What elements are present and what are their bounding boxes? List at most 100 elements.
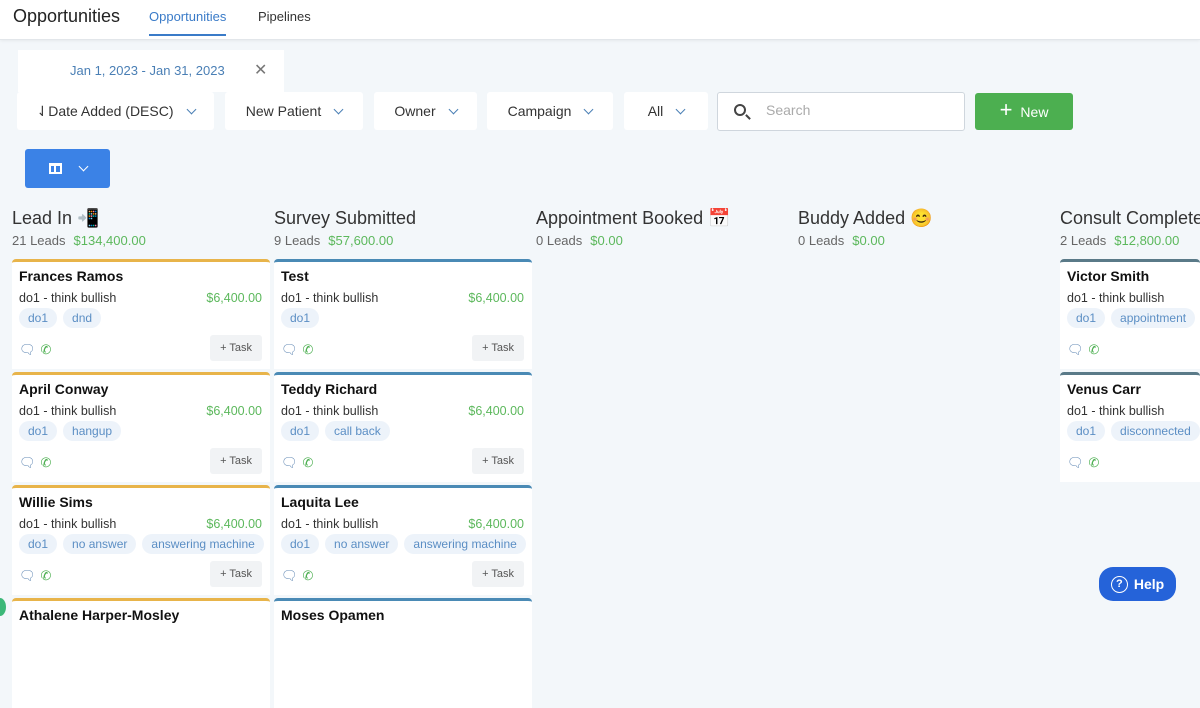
- help-label: Help: [1133, 576, 1165, 592]
- column-amount: $0.00: [852, 233, 885, 248]
- opportunity-card[interactable]: April Conway do1 - think bullish $6,400.00…: [12, 372, 270, 482]
- tag: do1: [1067, 421, 1106, 441]
- close-icon[interactable]: ✕: [254, 60, 267, 80]
- phone-icon[interactable]: ✆: [303, 568, 314, 584]
- chat-icon[interactable]: 🗨: [19, 342, 36, 358]
- opportunity-card[interactable]: Frances Ramos do1 - think bullish $6,400.0…: [12, 259, 270, 369]
- contact-name[interactable]: Willie Sims: [19, 494, 93, 510]
- tag: appointment: [1111, 308, 1196, 328]
- date-range-filter[interactable]: Jan 1, 2023 - Jan 31, 2023 ✕: [18, 50, 284, 92]
- pipeline-label: New Patient: [245, 103, 322, 119]
- top-bar: Opportunities Opportunities Pipelines: [0, 0, 1200, 40]
- lead-count: 9 Leads: [274, 233, 321, 248]
- phone-icon[interactable]: ✆: [1089, 455, 1100, 471]
- card-actions: 🗨 ✆: [281, 455, 313, 471]
- page-title: Opportunities: [13, 6, 121, 26]
- opportunity-card[interactable]: Victor Smith do1 - think bullish do1 appoin…: [1060, 259, 1200, 369]
- opportunity-card[interactable]: Laquita Lee do1 - think bullish $6,400.00 d…: [274, 485, 532, 595]
- tag: do1: [1067, 308, 1106, 328]
- chat-icon[interactable]: 🗨: [281, 455, 298, 471]
- opportunity-card[interactable]: Venus Carr do1 - think bullish do1 disconne…: [1060, 372, 1200, 482]
- tag: answering machine: [142, 534, 264, 554]
- phone-icon[interactable]: ✆: [41, 568, 52, 584]
- tag: do1: [19, 534, 58, 554]
- status-dropdown[interactable]: All: [624, 92, 708, 130]
- chevron-down-icon: [78, 161, 88, 172]
- opportunity-source: do1 - think bullish: [19, 404, 117, 418]
- tag: disconnected: [1111, 421, 1200, 441]
- tag: do1: [281, 534, 320, 554]
- pipeline-column: Consult Completed 2 Leads $12,800.00 Victor…: [1060, 208, 1200, 482]
- sort-dropdown[interactable]: ⇃Date Added (DESC): [17, 92, 214, 130]
- new-label: New: [1020, 103, 1049, 120]
- new-button[interactable]: + New: [975, 93, 1073, 130]
- add-task-button[interactable]: + Task: [472, 335, 524, 361]
- contact-name[interactable]: Frances Ramos: [19, 268, 123, 284]
- add-task-button[interactable]: + Task: [210, 335, 262, 361]
- sort-label: ⇃Date Added (DESC): [36, 102, 174, 119]
- contact-name[interactable]: Test: [281, 268, 309, 284]
- opportunity-card[interactable]: Test do1 - think bullish $6,400.00 do1 🗨 ✆ + T…: [274, 259, 532, 369]
- contact-name[interactable]: Athalene Harper-Mosley: [19, 607, 179, 623]
- column-summary: 9 Leads $57,600.00: [274, 233, 532, 248]
- chevron-down-icon: [675, 104, 686, 114]
- opportunity-value: $6,400.00: [468, 404, 524, 418]
- card-actions: 🗨 ✆: [281, 342, 313, 358]
- view-toggle-button[interactable]: [25, 149, 110, 188]
- chat-icon[interactable]: 🗨: [19, 568, 36, 584]
- opportunity-card[interactable]: Willie Sims do1 - think bullish $6,400.00 d…: [12, 485, 270, 595]
- chat-icon[interactable]: 🗨: [1067, 342, 1084, 358]
- campaign-dropdown[interactable]: Campaign: [487, 92, 613, 130]
- owner-dropdown[interactable]: Owner: [374, 92, 477, 130]
- phone-icon[interactable]: ✆: [303, 455, 314, 471]
- card-actions: 🗨 ✆: [1067, 342, 1099, 358]
- add-task-button[interactable]: + Task: [210, 561, 262, 587]
- contact-name[interactable]: Laquita Lee: [281, 494, 359, 510]
- opportunity-source: do1 - think bullish: [1067, 291, 1165, 305]
- contact-name[interactable]: April Conway: [19, 381, 108, 397]
- column-amount: $12,800.00: [1114, 233, 1180, 248]
- phone-icon[interactable]: ✆: [41, 455, 52, 471]
- opportunity-card[interactable]: Athalene Harper-Mosley: [12, 598, 270, 708]
- search-input[interactable]: [766, 102, 946, 118]
- column-title: Consult Completed: [1060, 208, 1200, 228]
- tag: do1: [19, 421, 58, 441]
- card-actions: 🗨 ✆: [281, 568, 313, 584]
- phone-icon[interactable]: ✆: [41, 342, 52, 358]
- opportunity-card[interactable]: Teddy Richard do1 - think bullish $6,400.0…: [274, 372, 532, 482]
- contact-name[interactable]: Teddy Richard: [281, 381, 377, 397]
- card-actions: 🗨 ✆: [19, 568, 51, 584]
- add-task-button[interactable]: + Task: [472, 561, 524, 587]
- tab-pipelines[interactable]: Pipelines: [258, 9, 311, 34]
- add-task-button[interactable]: + Task: [210, 448, 262, 474]
- phone-icon[interactable]: ✆: [303, 342, 314, 358]
- help-button[interactable]: ? Help: [1099, 567, 1176, 601]
- chat-icon[interactable]: 🗨: [19, 455, 36, 471]
- opportunity-source: do1 - think bullish: [281, 291, 379, 305]
- chat-icon[interactable]: 🗨: [281, 568, 298, 584]
- column-title: Appointment Booked 📅: [536, 208, 731, 228]
- chat-icon[interactable]: 🗨: [1067, 455, 1084, 471]
- opportunity-source: do1 - think bullish: [281, 517, 379, 531]
- contact-name[interactable]: Victor Smith: [1067, 268, 1149, 284]
- tag: do1: [19, 308, 58, 328]
- phone-icon[interactable]: ✆: [1089, 342, 1100, 358]
- chat-icon[interactable]: 🗨: [281, 342, 298, 358]
- date-range-label: Jan 1, 2023 - Jan 31, 2023: [70, 63, 225, 78]
- chevron-down-icon: [186, 104, 196, 114]
- pipeline-column: Appointment Booked 📅 0 Leads $0.00: [536, 208, 794, 248]
- card-actions: 🗨 ✆: [19, 455, 51, 471]
- contact-name[interactable]: Venus Carr: [1067, 381, 1141, 397]
- contact-name[interactable]: Moses Opamen: [281, 607, 384, 623]
- column-title: Survey Submitted: [274, 208, 417, 228]
- add-task-button[interactable]: + Task: [472, 448, 524, 474]
- tag-list: do1 disconnected: [1067, 421, 1200, 441]
- column-title: Buddy Added 😊: [798, 208, 933, 228]
- chat-widget-dot[interactable]: [0, 598, 6, 616]
- tag-list: do1: [281, 308, 320, 328]
- opportunity-card[interactable]: Moses Opamen: [274, 598, 532, 708]
- pipeline-dropdown[interactable]: New Patient: [225, 92, 363, 130]
- tag-list: do1 call back: [281, 421, 390, 441]
- tab-opportunities[interactable]: Opportunities: [149, 9, 227, 36]
- column-amount: $134,400.00: [73, 233, 146, 248]
